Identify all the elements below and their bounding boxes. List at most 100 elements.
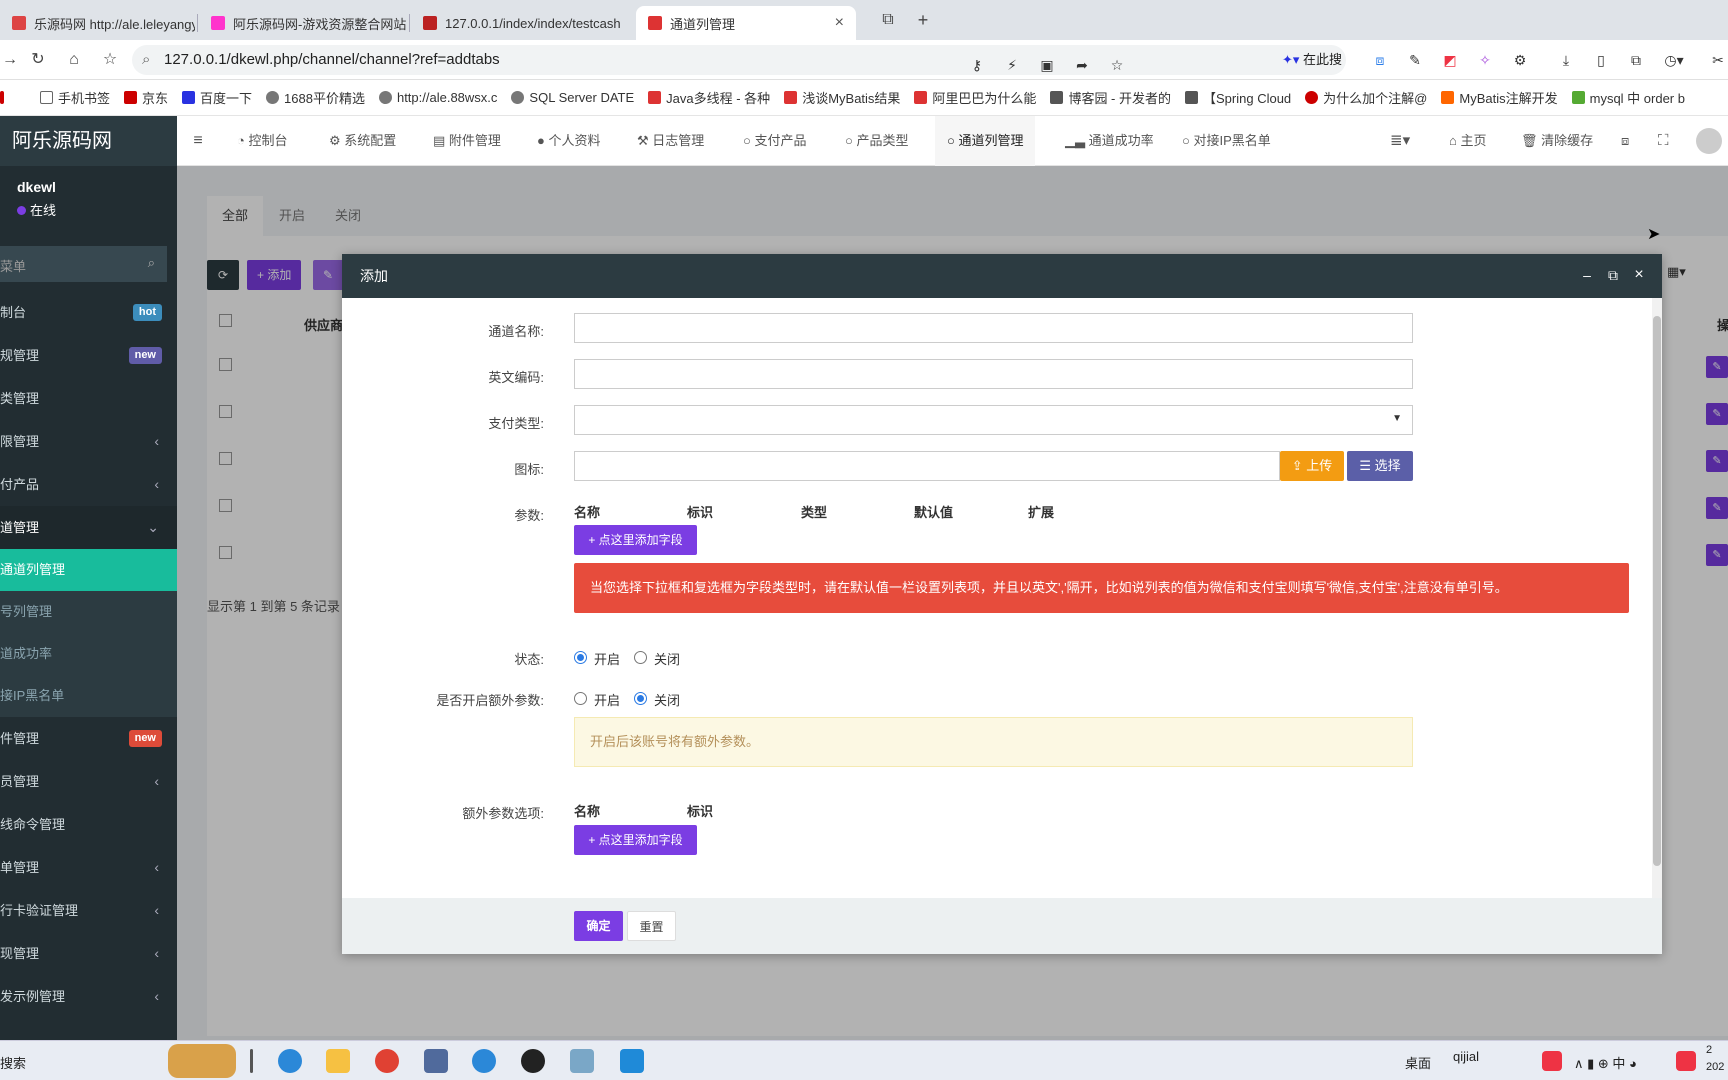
back-icon[interactable]: → [0,50,20,70]
sidebar-item[interactable]: 件管理 new [0,717,177,760]
sidebar-item[interactable]: 付产品 ‹ [0,463,177,506]
browser-tab-active[interactable]: 通道列管理 × [636,6,856,40]
bookmark-item[interactable]: Java多线程 - 各种 [648,88,770,107]
topnav-tab-active[interactable]: ○ 通道列管理 [935,116,1036,166]
clear-cache-button[interactable]: 🗑︎ 清除缓存 [1521,116,1593,166]
browser-tab[interactable]: 阿乐源码网-游戏资源整合网站,看 [199,6,407,40]
sidebar-item[interactable]: 线命令管理 [0,803,177,846]
sidebar-item[interactable]: 通道列管理 [0,549,177,591]
pay-type-select[interactable]: ▼ [574,405,1413,435]
bookmark-item[interactable]: 1688平价精选 [266,88,365,107]
pen-icon[interactable]: ✎ [1405,50,1425,70]
tray-app-icon[interactable] [1542,1051,1562,1071]
sidebar-item[interactable]: 行卡验证管理 ‹ [0,889,177,932]
sidebar-item[interactable]: 接IP黑名单 [0,675,177,717]
search-icon[interactable]: ⌕ [148,255,155,271]
screenshot-icon[interactable]: ▣ [1037,55,1057,75]
translate-icon[interactable]: ⧈ [1621,116,1629,166]
topnav-tab[interactable]: ● 个人资料 [537,116,600,166]
sidebar-item[interactable]: 制台 hot [0,291,177,334]
close-icon[interactable]: × [1630,266,1648,284]
bookmark-item[interactable]: http://ale.88wsx.c [378,90,497,105]
lightning-icon[interactable]: ⚡ [1002,55,1022,75]
url-input[interactable]: ⌕ 127.0.0.1/dkewl.php/channel/channel?ref… [132,45,1346,97]
fullscreen-icon[interactable]: ⛶ [1658,116,1669,166]
chrome-icon[interactable] [375,1049,399,1073]
puzzle-icon[interactable]: ⚙ [1510,50,1530,70]
sidebar-toggle-icon[interactable]: ≡ [183,116,213,166]
upload-button[interactable]: ⇪ 上传 [1280,451,1344,481]
sidebar-item[interactable]: 单管理 ‹ [0,846,177,889]
search-highlight-icon[interactable] [168,1044,236,1078]
reset-button[interactable]: 重置 [627,911,676,941]
bookmark-star-icon[interactable]: ☆ [100,50,120,70]
status-off-radio[interactable] [634,651,647,664]
p-app-icon[interactable] [620,1049,644,1073]
add-param-field-button[interactable]: + 点这里添加字段 [574,525,697,555]
extra-on-radio[interactable] [574,692,587,705]
desktop-label[interactable]: 桌面 [1405,1053,1431,1072]
browser-tab[interactable]: 127.0.0.1/index/index/testcash [411,6,621,40]
home-link[interactable]: ⌂ 主页 [1449,116,1486,166]
key-icon[interactable]: ⚷ [967,55,987,75]
english-code-input[interactable] [574,359,1413,389]
extra-off-radio[interactable] [634,692,647,705]
edge-icon[interactable] [278,1049,302,1073]
search-engine[interactable]: ✦▾ 在此搜索 [1282,45,1346,97]
bookmark-item[interactable] [0,91,26,104]
new-tab-icon[interactable]: + [913,10,933,30]
bookmark-item[interactable]: 京东 [124,88,168,107]
topnav-tab[interactable]: ⚒ 日志管理 [637,116,704,166]
bookmark-item[interactable]: 为什么加个注解@ [1305,88,1427,107]
browser-icon[interactable] [472,1049,496,1073]
bookmark-item[interactable]: 【Spring Cloud [1185,88,1291,107]
sidebar-item[interactable]: 类管理 [0,377,177,420]
bookmark-item[interactable]: 浅谈MyBatis结果 [784,88,900,107]
history-icon[interactable]: ◷▾ [1664,50,1684,70]
close-tab-icon[interactable]: × [835,14,844,32]
channel-name-input[interactable] [574,313,1413,343]
record-icon[interactable] [521,1049,545,1073]
topnav-tab[interactable]: ▁▃ 通道成功率 [1065,116,1154,166]
sidebar-item[interactable]: 限管理 ‹ [0,420,177,463]
sogou-icon[interactable] [1676,1051,1696,1071]
tray-expand-icon[interactable]: ∧ ▮ ⊕ 中 ◕ [1574,1053,1637,1072]
choose-button[interactable]: ☰ 选择 [1347,451,1413,481]
maximize-icon[interactable]: ⧉ [1604,266,1622,284]
dialog-scrollbar[interactable] [1652,298,1662,898]
tab-actions-icon[interactable]: ⧉ [878,10,898,30]
home-icon[interactable]: ⌂ [64,50,84,70]
favorite-icon[interactable]: ☆ [1107,55,1127,75]
notepad-icon[interactable] [570,1049,594,1073]
topnav-tab[interactable]: ○ 产品类型 [845,116,908,166]
download-icon[interactable]: ⤓ [1556,50,1576,70]
topnav-tab[interactable]: ▤ 附件管理 [433,116,501,166]
phone-icon[interactable]: ▯ [1591,50,1611,70]
sidebar-search-input[interactable]: 菜单 ⌕ [0,246,167,282]
confirm-button[interactable]: 确定 [574,911,623,941]
topnav-tab[interactable]: ○ 对接IP黑名单 [1182,116,1271,166]
sidebar-item[interactable]: 员管理 ‹ [0,760,177,803]
bookmark-item[interactable]: mysql 中 order b [1571,88,1685,107]
reload-icon[interactable]: ↻ [28,50,48,70]
sidebar-item[interactable]: 规管理 new [0,334,177,377]
menu-dropdown-icon[interactable]: ≣▾ [1390,116,1410,166]
cut-icon[interactable]: ✂ [1708,50,1728,70]
bookmark-item[interactable]: MyBatis注解开发 [1441,88,1558,107]
app-icon[interactable] [424,1049,448,1073]
sidebar-item[interactable]: 道管理 ⌄ [0,506,177,549]
avatar[interactable] [1696,128,1722,154]
sidebar-item[interactable]: 现管理 ‹ [0,932,177,975]
translate-icon[interactable]: ⧈ [1370,50,1390,70]
bookmark-item[interactable]: SQL Server DATE [511,90,634,105]
bookmark-item[interactable]: 百度一下 [182,88,252,107]
extension-icon[interactable]: ✧ [1475,50,1495,70]
sidebar-item[interactable]: 号列管理 [0,591,177,633]
minimize-icon[interactable]: – [1578,266,1596,284]
add-extra-field-button[interactable]: + 点这里添加字段 [574,825,697,855]
sidebar-item[interactable]: 道成功率 [0,633,177,675]
bookmark-item[interactable]: 博客园 - 开发者的 [1050,88,1171,107]
icon-input[interactable] [574,451,1280,481]
bookmark-item[interactable]: 阿里巴巴为什么能 [914,88,1036,107]
pdf-icon[interactable]: ◩ [1440,50,1460,70]
